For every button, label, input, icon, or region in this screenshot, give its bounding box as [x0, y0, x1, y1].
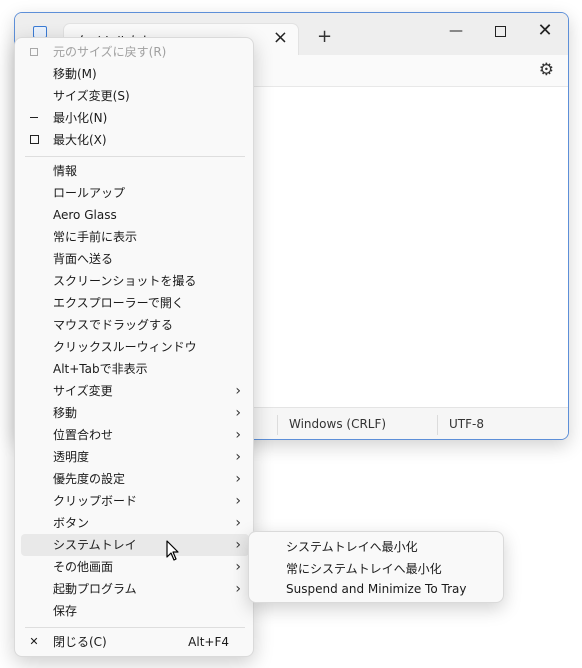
menu-item-label: 移動: [53, 406, 78, 420]
menu-item-label: 透明度: [53, 450, 90, 464]
chevron-right-icon: ›: [235, 405, 241, 421]
gear-icon[interactable]: ⚙: [539, 60, 554, 80]
chevron-right-icon: ›: [235, 427, 241, 443]
menu-item-save[interactable]: 保存: [21, 600, 249, 622]
menu-item-clipboard-submenu[interactable]: クリップボード ›: [21, 490, 249, 512]
minimize-icon: [27, 107, 41, 129]
menu-item-label: 起動プログラム: [53, 582, 137, 596]
minimize-window-button[interactable]: —: [433, 17, 479, 45]
chevron-right-icon: ›: [235, 449, 241, 465]
menu-item-label: 優先度の設定: [53, 472, 126, 486]
menu-separator: [25, 156, 245, 157]
menu-item-other-screen-submenu[interactable]: その他画面 ›: [21, 556, 249, 578]
menu-item-transparency-submenu[interactable]: 透明度 ›: [21, 446, 249, 468]
status-divider: [277, 415, 278, 435]
chevron-right-icon: ›: [235, 471, 241, 487]
menu-item-label: システムトレイ: [53, 538, 137, 552]
menu-item-hide-alt-tab[interactable]: Alt+Tabで非表示: [21, 358, 249, 380]
maximize-icon: [494, 25, 506, 37]
menu-item-label: 保存: [53, 604, 78, 618]
menu-item-close[interactable]: ✕ 閉じる(C) Alt+F4: [21, 631, 249, 653]
menu-item-label: クリックスルーウィンドウ: [53, 340, 197, 354]
menu-item-accelerator: Alt+F4: [188, 635, 229, 649]
encoding-status[interactable]: UTF-8: [449, 417, 484, 431]
chevron-right-icon: ›: [235, 559, 241, 575]
menu-item-label: 位置合わせ: [53, 428, 114, 442]
menu-separator: [25, 627, 245, 628]
chevron-right-icon: ›: [235, 537, 241, 553]
menu-item-mouse-drag[interactable]: マウスでドラッグする: [21, 314, 249, 336]
menu-item-aero-glass[interactable]: Aero Glass: [21, 204, 249, 226]
menu-item-send-to-back[interactable]: 背面へ送る: [21, 248, 249, 270]
menu-item-priority-submenu[interactable]: 優先度の設定 ›: [21, 468, 249, 490]
menu-item-label: 常に手前に表示: [53, 230, 138, 244]
chevron-right-icon: ›: [235, 515, 241, 531]
menu-item-info[interactable]: 情報: [21, 160, 249, 182]
menu-item-label: サイズ変更: [53, 384, 113, 398]
menu-item-label: 閉じる(C): [53, 635, 107, 649]
restore-icon: [27, 41, 41, 63]
mouse-cursor-icon: [166, 540, 179, 561]
menu-item-label: 元のサイズに戻す(R): [53, 45, 167, 59]
menu-item-startup-submenu[interactable]: 起動プログラム ›: [21, 578, 249, 600]
menu-item-restore[interactable]: 元のサイズに戻す(R): [21, 41, 249, 63]
menu-item-minimize[interactable]: 最小化(N): [21, 107, 249, 129]
window-context-menu: 元のサイズに戻す(R) 移動(M) サイズ変更(S) 最小化(N) 最大化(X)…: [14, 37, 254, 657]
line-ending-status[interactable]: Windows (CRLF): [289, 417, 386, 431]
submenu-item-suspend-minimize-to-tray[interactable]: Suspend and Minimize To Tray: [286, 582, 466, 596]
maximize-icon: [27, 129, 41, 151]
menu-item-label: 背面へ送る: [53, 252, 114, 266]
menu-item-label: Alt+Tabで非表示: [53, 362, 148, 376]
menu-item-label: クリップボード: [53, 494, 138, 508]
chevron-right-icon: ›: [235, 383, 241, 399]
menu-item-label: Aero Glass: [53, 208, 117, 222]
menu-item-move-submenu[interactable]: 移動 ›: [21, 402, 249, 424]
menu-item-label: 情報: [53, 164, 78, 178]
status-divider: [437, 415, 438, 435]
maximize-window-button[interactable]: [477, 17, 523, 45]
menu-item-resize-submenu[interactable]: サイズ変更 ›: [21, 380, 249, 402]
menu-item-label: スクリーンショットを撮る: [53, 274, 197, 288]
menu-item-screenshot[interactable]: スクリーンショットを撮る: [21, 270, 249, 292]
submenu-item-minimize-to-tray[interactable]: システムトレイへ最小化: [286, 538, 418, 555]
new-tab-icon[interactable]: +: [317, 26, 332, 47]
submenu-item-always-minimize-to-tray[interactable]: 常にシステムトレイへ最小化: [286, 560, 442, 577]
chevron-right-icon: ›: [235, 493, 241, 509]
menu-item-label: 最小化(N): [53, 111, 108, 125]
menu-item-align-submenu[interactable]: 位置合わせ ›: [21, 424, 249, 446]
menu-item-label: その他画面: [53, 560, 114, 574]
close-window-button[interactable]: ✕: [522, 17, 568, 45]
menu-item-buttons-submenu[interactable]: ボタン ›: [21, 512, 249, 534]
menu-item-label: エクスプローラーで開く: [53, 296, 184, 310]
tab-close-icon[interactable]: ×: [273, 27, 288, 48]
menu-item-always-on-top[interactable]: 常に手前に表示: [21, 226, 249, 248]
menu-item-label: マウスでドラッグする: [53, 318, 174, 332]
menu-item-open-in-explorer[interactable]: エクスプローラーで開く: [21, 292, 249, 314]
menu-item-label: ロールアップ: [53, 186, 126, 200]
menu-item-maximize[interactable]: 最大化(X): [21, 129, 249, 151]
menu-item-resize[interactable]: サイズ変更(S): [21, 85, 249, 107]
close-icon: ✕: [537, 20, 553, 41]
chevron-right-icon: ›: [235, 581, 241, 597]
menu-item-click-through[interactable]: クリックスルーウィンドウ: [21, 336, 249, 358]
menu-item-label: 移動(M): [53, 67, 97, 81]
menu-item-system-tray-submenu[interactable]: システムトレイ ›: [21, 534, 249, 556]
menu-item-label: サイズ変更(S): [53, 89, 130, 103]
close-icon: ✕: [29, 635, 39, 648]
menu-item-rollup[interactable]: ロールアップ: [21, 182, 249, 204]
menu-item-move[interactable]: 移動(M): [21, 63, 249, 85]
menu-item-label: 最大化(X): [53, 133, 107, 147]
menu-item-label: ボタン: [53, 516, 90, 530]
system-tray-submenu: システムトレイへ最小化 常にシステムトレイへ最小化 Suspend and Mi…: [248, 531, 504, 603]
